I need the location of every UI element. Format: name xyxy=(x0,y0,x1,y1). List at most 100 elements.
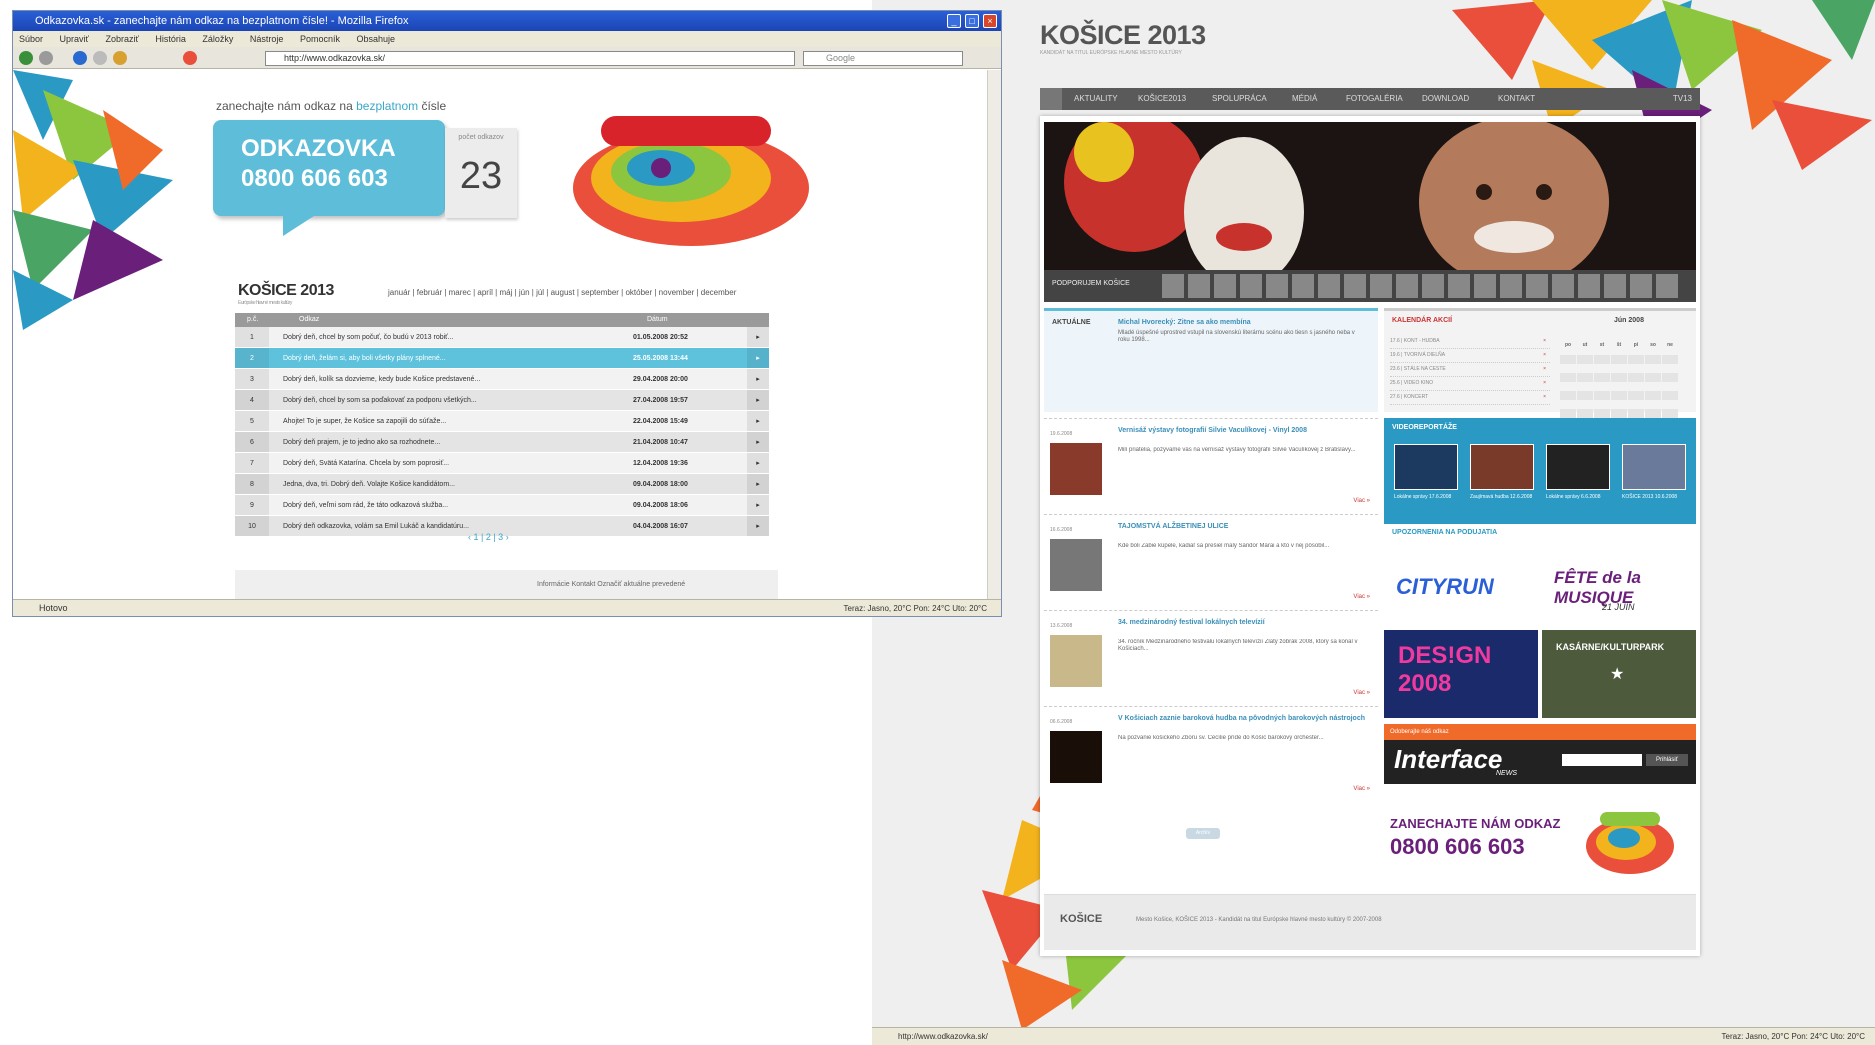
calendar-day[interactable] xyxy=(1662,409,1678,418)
video-thumbnail[interactable] xyxy=(1546,444,1610,490)
video-thumbnail[interactable] xyxy=(1622,444,1686,490)
menu-item[interactable]: Upraviť xyxy=(60,34,89,44)
cityrun-banner[interactable]: CITYRUN xyxy=(1384,540,1540,634)
forward-icon[interactable] xyxy=(39,51,53,65)
ebay-icon[interactable] xyxy=(183,51,197,65)
menu-item[interactable]: Obsahuje xyxy=(357,34,396,44)
search-input[interactable]: Google xyxy=(803,51,963,66)
article-more-link[interactable]: Viac » xyxy=(1353,594,1370,600)
play-icon[interactable]: ▸ xyxy=(747,327,769,347)
calendar-day[interactable] xyxy=(1577,391,1593,400)
nav-item-spolupraca[interactable]: SPOLUPRÁCA xyxy=(1212,88,1267,110)
site-logo[interactable]: KOŠICE 2013 xyxy=(1040,20,1206,51)
video-thumbnail[interactable] xyxy=(1470,444,1534,490)
menu-item[interactable]: Nástroje xyxy=(250,34,284,44)
table-row[interactable]: 1 Dobrý deň, chcel by som počuť, čo budú … xyxy=(235,327,769,348)
supporter-thumb[interactable] xyxy=(1526,274,1548,298)
url-bar[interactable]: http://www.odkazovka.sk/ xyxy=(265,51,795,66)
footer-links[interactable]: Informácie Kontakt Označiť aktuálne prev… xyxy=(537,581,685,588)
play-icon[interactable]: ▸ xyxy=(747,453,769,473)
table-row[interactable]: 9 Dobrý deň, veľmi som rád, že táto odkaz… xyxy=(235,495,769,516)
supporter-thumb[interactable] xyxy=(1448,274,1470,298)
calendar-day[interactable] xyxy=(1645,373,1661,382)
supporter-thumb[interactable] xyxy=(1214,274,1236,298)
calendar-day[interactable] xyxy=(1662,373,1678,382)
supporter-thumb[interactable] xyxy=(1240,274,1262,298)
supporter-thumb[interactable] xyxy=(1630,274,1652,298)
calendar-day[interactable] xyxy=(1594,355,1610,364)
article-title-link[interactable]: 34. medzinárodný festival lokálnych tele… xyxy=(1118,619,1368,626)
article-more-link[interactable]: Viac » xyxy=(1353,786,1370,792)
calendar-day[interactable] xyxy=(1577,373,1593,382)
calendar-event[interactable]: 25.6 | VIDEO KINO xyxy=(1390,377,1550,391)
home-icon[interactable] xyxy=(113,51,127,65)
calendar-day[interactable] xyxy=(1611,355,1627,364)
calendar-day[interactable] xyxy=(1594,409,1610,418)
menu-item[interactable]: Záložky xyxy=(202,34,233,44)
calendar-day[interactable] xyxy=(1628,391,1644,400)
calendar-day[interactable] xyxy=(1645,355,1661,364)
table-row-selected[interactable]: 2 Dobrý deň, želám si, aby boli všetky pl… xyxy=(235,348,769,369)
video-thumbnail[interactable] xyxy=(1394,444,1458,490)
reload-icon[interactable] xyxy=(73,51,87,65)
calendar-event[interactable]: 17.6 | KONT - HUDBA xyxy=(1390,335,1550,349)
menu-item[interactable]: Zobraziť xyxy=(105,34,138,44)
calendar-event[interactable]: 19.6 | TVORIVÁ DIELŇA xyxy=(1390,349,1550,363)
vertical-scrollbar[interactable] xyxy=(987,70,1001,600)
window-title-bar[interactable]: Odkazovka.sk - zanechajte nám odkaz na b… xyxy=(13,11,1001,31)
stop-icon[interactable] xyxy=(93,51,107,65)
odkazovka-promo[interactable]: ZANECHAJTE NÁM ODKAZ 0800 606 603 xyxy=(1384,790,1696,890)
kasarne-banner[interactable]: KASÁRNE/KULTURPARK ★ xyxy=(1542,630,1696,718)
supporter-thumb[interactable] xyxy=(1292,274,1314,298)
supporter-thumb[interactable] xyxy=(1422,274,1444,298)
supporter-thumb[interactable] xyxy=(1474,274,1496,298)
video-caption[interactable]: Lokálne správy 17.6.2008 xyxy=(1394,494,1458,500)
supporter-thumb[interactable] xyxy=(1344,274,1366,298)
pagination[interactable]: ‹ 1 | 2 | 3 › xyxy=(468,532,509,542)
home-icon[interactable] xyxy=(1040,88,1062,110)
nav-item-kosice2013[interactable]: KOŠICE2013 xyxy=(1138,88,1186,110)
video-caption[interactable]: Lokálne správy 6.6.2008 xyxy=(1546,494,1610,500)
supporter-thumb[interactable] xyxy=(1266,274,1288,298)
supporter-thumb[interactable] xyxy=(1162,274,1184,298)
hero-banner[interactable]: PODPORUJEM KOŠICE xyxy=(1044,122,1696,302)
footer-logo[interactable]: KOŠICE xyxy=(1060,913,1102,925)
nav-item-aktuality[interactable]: AKTUALITY xyxy=(1074,88,1118,110)
play-icon[interactable]: ▸ xyxy=(747,390,769,410)
table-row[interactable]: 6 Dobrý deň prajem, je to jedno ako sa ro… xyxy=(235,432,769,453)
design-banner[interactable]: DES!GN 2008 xyxy=(1384,630,1538,718)
menu-item[interactable]: Pomocník xyxy=(300,34,340,44)
supporter-thumb[interactable] xyxy=(1500,274,1522,298)
article-thumbnail[interactable] xyxy=(1050,539,1102,591)
supporter-thumb[interactable] xyxy=(1656,274,1678,298)
archive-button[interactable]: Archív xyxy=(1186,828,1220,839)
calendar-day[interactable] xyxy=(1662,391,1678,400)
back-icon[interactable] xyxy=(19,51,33,65)
calendar-day[interactable] xyxy=(1628,373,1644,382)
play-icon[interactable]: ▸ xyxy=(747,516,769,536)
calendar-day[interactable] xyxy=(1611,391,1627,400)
calendar-day[interactable] xyxy=(1577,355,1593,364)
table-row[interactable]: 7 Dobrý deň, Svätá Katarína. Chcela by so… xyxy=(235,453,769,474)
nav-item-kontakt[interactable]: KONTAKT xyxy=(1498,88,1535,110)
supporter-thumb[interactable] xyxy=(1188,274,1210,298)
calendar-day[interactable] xyxy=(1594,391,1610,400)
news-title-link[interactable]: Michal Hvorecký: Zitne sa ako membína xyxy=(1118,319,1368,326)
calendar-day[interactable] xyxy=(1662,355,1678,364)
play-icon[interactable]: ▸ xyxy=(747,411,769,431)
calendar-event[interactable]: 27.6 | KONCERT xyxy=(1390,391,1550,405)
article-more-link[interactable]: Viac » xyxy=(1353,690,1370,696)
calendar-day[interactable] xyxy=(1560,391,1576,400)
calendar-day[interactable] xyxy=(1611,409,1627,418)
month-filter[interactable]: január | február | marec | apríl | máj |… xyxy=(388,288,736,297)
video-caption[interactable]: KOŠICE 2013 10.6.2008 xyxy=(1622,494,1686,500)
article-thumbnail[interactable] xyxy=(1050,635,1102,687)
minimize-icon[interactable]: _ xyxy=(947,14,961,28)
calendar-day[interactable] xyxy=(1611,373,1627,382)
newsletter-submit-button[interactable]: Prihlásiť xyxy=(1646,754,1688,766)
table-row[interactable]: 4 Dobrý deň, chcel by som sa poďakovať za… xyxy=(235,390,769,411)
video-caption[interactable]: Zaujímavá hudba 12.6.2008 xyxy=(1470,494,1534,500)
article-more-link[interactable]: Viac » xyxy=(1353,498,1370,504)
menu-item[interactable]: História xyxy=(155,34,186,44)
menu-item[interactable]: Súbor xyxy=(19,34,43,44)
